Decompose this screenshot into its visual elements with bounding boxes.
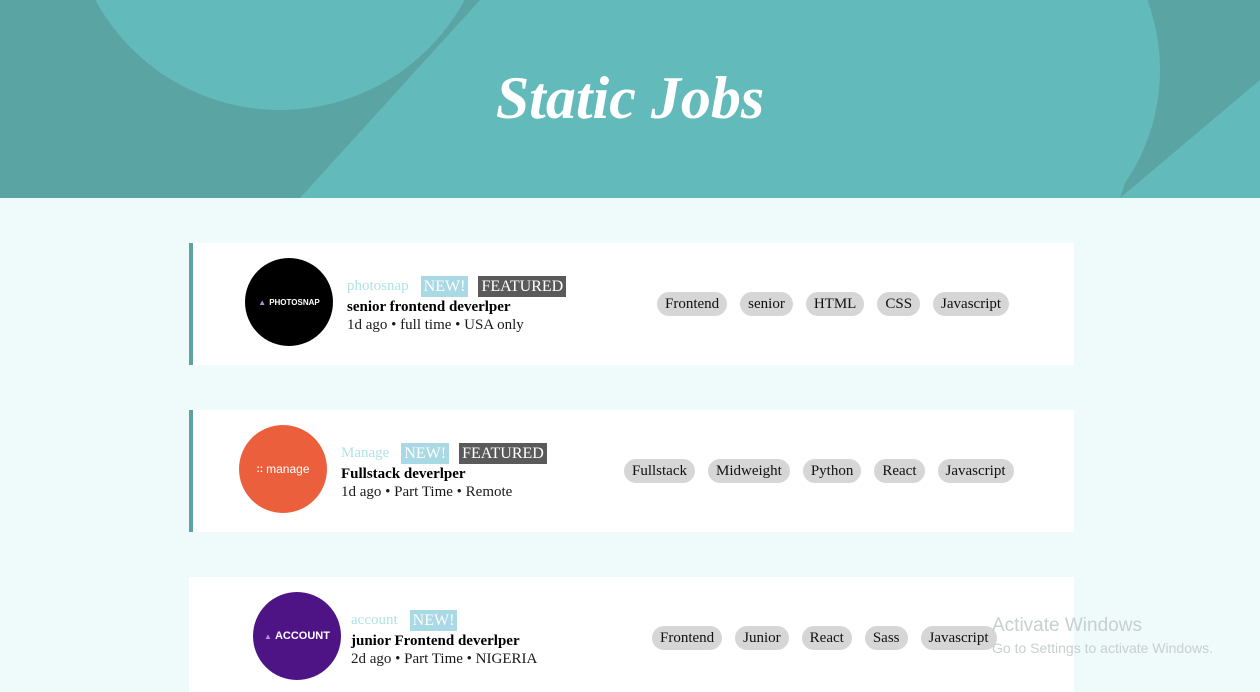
tag-filter[interactable]: HTML (805, 292, 865, 316)
tag-filter[interactable]: Frontend (652, 626, 723, 650)
logo-mark-icon: ▲ (264, 631, 272, 641)
company-logo: :: manage (239, 425, 327, 513)
job-card[interactable]: :: manage Manage NEW! FEATURED Fullstack… (189, 410, 1074, 532)
tag-filter[interactable]: CSS (877, 292, 921, 316)
logo-text: ACCOUNT (274, 630, 330, 642)
tag-filter[interactable]: React (874, 459, 925, 483)
job-tags: Frontend Junior React Sass Javascript (652, 626, 1010, 650)
tag-filter[interactable]: Sass (864, 626, 908, 650)
featured-badge: FEATURED (459, 442, 547, 464)
tag-filter[interactable]: Javascript (937, 459, 1014, 483)
job-info: Manage NEW! FEATURED Fullstack deverlper… (341, 441, 557, 501)
tag-filter[interactable]: Midweight (708, 459, 790, 483)
new-badge: NEW! (409, 609, 458, 631)
tag-filter[interactable]: Junior (735, 626, 789, 650)
company-name: account (351, 611, 398, 628)
watermark-subtitle: Go to Settings to activate Windows. (992, 640, 1213, 656)
tag-filter[interactable]: senior (740, 292, 793, 316)
job-tags: Fullstack Midweight Python React Javascr… (624, 459, 1027, 483)
logo-mark-icon: ▲ (258, 297, 267, 307)
job-meta: 2d ago • Part Time • NIGERIA (351, 651, 538, 667)
job-position[interactable]: Fullstack deverlper (341, 465, 557, 483)
job-card[interactable]: ▲ ACCOUNT account NEW! junior Frontend d… (189, 577, 1074, 692)
header-banner: Static Jobs (0, 0, 1260, 198)
company-logo: ▲ PHOTOSNAP (245, 258, 333, 346)
company-name: Manage (341, 444, 390, 461)
tag-filter[interactable]: Frontend (657, 292, 728, 316)
new-badge: NEW! (401, 442, 450, 464)
job-info: photosnap NEW! FEATURED senior frontend … (347, 274, 576, 334)
logo-mark-icon: :: (256, 463, 264, 475)
company-logo: ▲ ACCOUNT (253, 592, 341, 680)
featured-badge: FEATURED (478, 275, 567, 297)
tag-filter[interactable]: Fullstack (624, 459, 695, 483)
job-position[interactable]: senior frontend deverlper (347, 298, 576, 316)
new-badge: NEW! (420, 275, 469, 297)
tag-filter[interactable]: Javascript (933, 292, 1010, 316)
tag-filter[interactable]: Python (802, 459, 862, 483)
page-title: Static Jobs (495, 65, 765, 131)
logo-text: manage (266, 462, 310, 476)
job-meta: 1d ago • Part Time • Remote (341, 484, 513, 500)
job-info: account NEW! junior Frontend deverlper 2… (351, 608, 537, 668)
job-meta: 1d ago • full time • USA only (347, 317, 524, 333)
job-tags: Frontend senior HTML CSS Javascript (657, 292, 1022, 316)
activation-watermark: Activate Windows Go to Settings to activ… (992, 614, 1213, 658)
company-name: photosnap (347, 277, 409, 294)
tag-filter[interactable]: Javascript (920, 626, 997, 650)
watermark-title: Activate Windows (992, 615, 1142, 636)
job-card[interactable]: ▲ PHOTOSNAP photosnap NEW! FEATURED seni… (189, 243, 1074, 365)
job-position[interactable]: junior Frontend deverlper (351, 632, 537, 650)
logo-text: PHOTOSNAP (269, 297, 320, 307)
tag-filter[interactable]: React (801, 626, 852, 650)
